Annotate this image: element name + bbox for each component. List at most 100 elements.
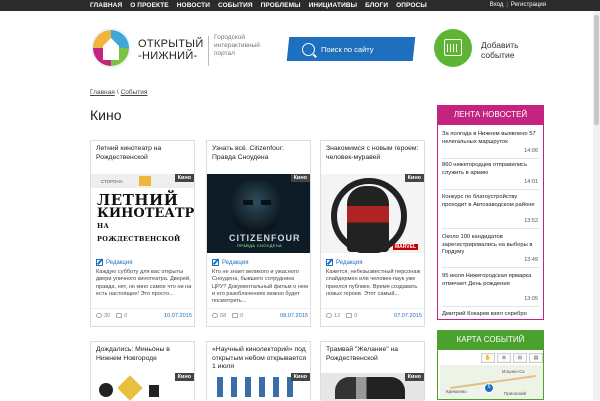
views-count: 30 — [104, 312, 111, 319]
comment-icon — [232, 313, 239, 318]
search-button[interactable]: Поиск по сайту — [286, 37, 416, 61]
ruler-tool-icon[interactable]: ⊞ — [513, 353, 527, 363]
news-feed: ЛЕНТА НОВОСТЕЙ За полгода в Нижнем выявл… — [437, 105, 544, 320]
card-image[interactable]: CITIZENFOUR ПРАВДА СНОУДЕНА Кино — [207, 174, 310, 253]
card-title[interactable]: Знакомимся с новым героем: человек-мурав… — [326, 145, 422, 162]
author-link[interactable]: Редакция — [96, 259, 132, 266]
views-count: 12 — [334, 312, 341, 319]
eye-icon — [212, 313, 218, 318]
news-item[interactable]: Дмитрий Кокарев взял серебро — [442, 311, 540, 319]
image-figure — [347, 186, 389, 252]
card-title[interactable]: «Научный кинолекторий» под открытым небо… — [212, 346, 308, 372]
image-pattern — [217, 377, 297, 397]
nav-item-initiatives[interactable]: ИНИЦИАТИВЫ — [309, 0, 358, 11]
nav-item-events[interactable]: СОБЫТИЯ — [218, 0, 253, 11]
edit-icon — [212, 259, 219, 266]
breadcrumb-home[interactable]: Главная — [90, 89, 115, 96]
logo-line-2: -НИЖНИЙ- — [138, 50, 198, 62]
category-badge: Кино — [174, 373, 194, 381]
nav-item-about[interactable]: О ПРОЕКТЕ — [130, 0, 169, 11]
news-item[interactable]: 95 июля Нижегородская ярмарка отмечает Д… — [442, 273, 540, 288]
event-card[interactable]: Летний кинотеатр на Рождественской СТОРО… — [90, 140, 195, 327]
map-label: Ильино-Ск — [502, 369, 525, 374]
logo-subtitle: Городской интерактивный портал — [214, 34, 260, 59]
nav-item-problems[interactable]: ПРОБЛЕМЫ — [261, 0, 301, 11]
category-badge: Кино — [404, 174, 424, 182]
card-meta: 30 0 10.07.2015 — [96, 311, 192, 320]
add-event-button[interactable] — [434, 29, 472, 67]
card-title[interactable]: Дождались: Миньоны в Нижнем Новгороде — [96, 346, 192, 363]
event-card[interactable]: Знакомимся с новым героем: человек-мурав… — [320, 140, 425, 327]
event-card[interactable]: Узнать всё. Citizenfour: Правда Сноудена… — [206, 140, 311, 327]
breadcrumb: Главная \ События — [90, 89, 147, 96]
card-image[interactable]: СТОРОНА ЛЕТНИЙ КИНОТЕАТР НА РОЖДЕСТВЕНСК… — [91, 174, 194, 253]
map-label: Кремлево — [446, 389, 467, 394]
card-image[interactable]: MARVEL Кино — [321, 174, 424, 253]
category-badge: Кино — [290, 174, 310, 182]
edit-icon — [326, 259, 333, 266]
comments-count: 0 — [354, 312, 358, 319]
image-glasses — [243, 200, 271, 205]
news-item[interactable]: 860 нижегородцев отправились служить в а… — [442, 162, 540, 177]
card-image[interactable]: Кино — [207, 373, 310, 401]
author-link[interactable]: Редакция — [212, 259, 248, 266]
add-event-line-2: событие — [481, 50, 515, 60]
map-heading[interactable]: КАРТА СОБЫТИЙ — [438, 331, 543, 350]
card-date: 10.07.2015 — [164, 312, 192, 319]
card-title[interactable]: Узнать всё. Citizenfour: Правда Сноудена — [212, 145, 308, 162]
logo-name[interactable]: ОТКРЫТЫЙ -НИЖНИЙ- — [138, 38, 204, 62]
map-cluster-marker[interactable]: 5 — [484, 383, 494, 393]
author-name: Редакция — [222, 259, 249, 266]
logo-divider — [208, 36, 209, 66]
nav-item-news[interactable]: НОВОСТИ — [177, 0, 210, 11]
news-divider — [442, 189, 539, 190]
news-item[interactable]: Около 100 кандидатов зарегистрировались … — [442, 234, 540, 257]
image-shape — [149, 385, 159, 397]
zoom-tool-icon[interactable]: ⊕ — [497, 353, 511, 363]
image-shape — [117, 375, 143, 401]
event-card[interactable]: Дождались: Миньоны в Нижнем Новгороде Ки… — [90, 341, 195, 401]
poster-line-3: НА РОЖДЕСТВЕНСКОЙ — [97, 222, 181, 243]
nav-item-home[interactable]: ГЛАВНАЯ — [90, 0, 122, 11]
breadcrumb-separator: \ — [116, 89, 119, 96]
login-link[interactable]: Вход — [490, 0, 504, 11]
poster-title: CITIZENFOUR — [229, 233, 301, 243]
news-item[interactable]: За полгода в Нижнем выявлено 57 нелегаль… — [442, 131, 540, 146]
logo-line-1: ОТКРЫТЫЙ — [138, 38, 204, 50]
event-card[interactable]: Трамвай "Желание" на Рождественской Кино — [320, 341, 425, 401]
scrollbar-thumb[interactable] — [594, 15, 599, 125]
add-event-label[interactable]: Добавить событие — [481, 40, 519, 60]
meta-divider — [207, 308, 310, 309]
news-time: 14:01 — [524, 179, 538, 185]
image-stamp — [139, 176, 151, 186]
card-meta: 68 0 08.07.2015 — [212, 311, 308, 320]
news-time: 13:05 — [524, 296, 538, 302]
layers-tool-icon[interactable]: ▤ — [529, 353, 543, 363]
logo-sub-3: портал — [214, 50, 235, 58]
card-excerpt: Кажется, небезызвестный персонаж спайдер… — [326, 269, 421, 297]
comment-icon — [346, 313, 353, 318]
news-time: 13:52 — [524, 218, 538, 224]
nav-item-polls[interactable]: ОПРОСЫ — [396, 0, 427, 11]
card-title[interactable]: Трамвай "Желание" на Рождественской — [326, 346, 422, 363]
card-image[interactable]: Кино — [91, 373, 194, 401]
card-image[interactable]: Кино — [321, 373, 424, 401]
events-map: КАРТА СОБЫТИЙ ✋ ⊕ ⊞ ▤ Ильино-Ск Кремлево… — [437, 330, 544, 400]
register-link[interactable]: Регистрация — [511, 0, 546, 11]
card-title[interactable]: Летний кинотеатр на Рождественской — [96, 145, 192, 162]
calendar-icon — [444, 39, 462, 56]
event-card[interactable]: «Научный кинолекторий» под открытым небо… — [206, 341, 311, 401]
news-item[interactable]: Конкурс по благоустройству проходит в Ав… — [442, 194, 540, 209]
logo-icon[interactable] — [90, 27, 132, 69]
nav-item-blogs[interactable]: БЛОГИ — [365, 0, 388, 11]
hand-tool-icon[interactable]: ✋ — [481, 353, 495, 363]
category-badge: Кино — [290, 373, 310, 381]
author-link[interactable]: Редакция — [326, 259, 362, 266]
eye-icon — [326, 313, 332, 318]
map-canvas[interactable]: Ильино-Ск Кремлево Приокский 5 — [440, 365, 543, 399]
breadcrumb-events[interactable]: События — [121, 89, 148, 96]
card-excerpt: Кто не знает великого и ужасного Сноуден… — [212, 269, 308, 305]
news-feed-heading[interactable]: ЛЕНТА НОВОСТЕЙ — [437, 105, 544, 125]
search-icon — [302, 42, 315, 56]
page-scrollbar[interactable] — [593, 11, 600, 400]
